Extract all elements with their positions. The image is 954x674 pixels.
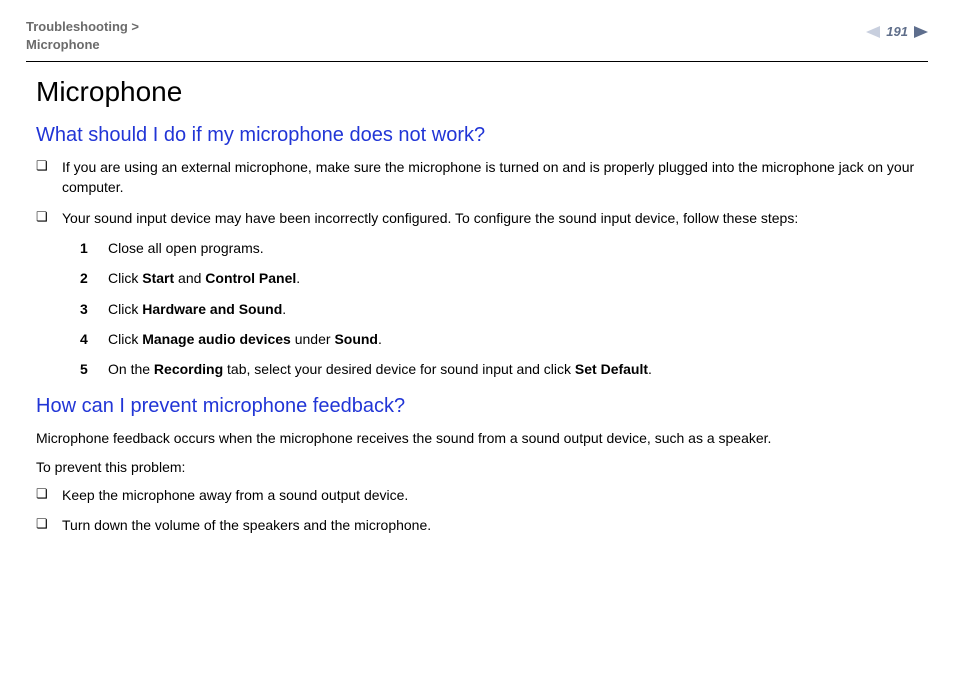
list-item: ❏ Turn down the volume of the speakers a… bbox=[36, 515, 918, 535]
breadcrumb-line-1: Troubleshooting > bbox=[26, 18, 139, 36]
step-text-bold: Control Panel bbox=[205, 270, 296, 286]
list-item-text: Turn down the volume of the speakers and… bbox=[62, 515, 918, 535]
page-number: 191 bbox=[886, 24, 908, 39]
prev-page-icon[interactable] bbox=[866, 26, 880, 38]
step-text-bold: Start bbox=[142, 270, 174, 286]
checkbox-bullet-icon: ❏ bbox=[36, 515, 62, 534]
section-heading-feedback: How can I prevent microphone feedback? bbox=[36, 395, 918, 418]
step-number: 2 bbox=[80, 268, 88, 288]
step-item: 4 Click Manage audio devices under Sound… bbox=[80, 329, 918, 349]
step-text-bold: Recording bbox=[154, 361, 223, 377]
step-text-pre: Click bbox=[108, 331, 142, 347]
bullet-list-1: ❏ If you are using an external microphon… bbox=[36, 157, 918, 228]
bullet-list-2: ❏ Keep the microphone away from a sound … bbox=[36, 485, 918, 536]
list-item: ❏ Keep the microphone away from a sound … bbox=[36, 485, 918, 505]
page-title: Microphone bbox=[36, 76, 918, 108]
step-text-mid: tab, select your desired device for soun… bbox=[223, 361, 575, 377]
list-item-text: If you are using an external microphone,… bbox=[62, 157, 918, 198]
step-text-pre: Click bbox=[108, 301, 142, 317]
steps-list: 1 Close all open programs. 2 Click Start… bbox=[36, 238, 918, 379]
paragraph: Microphone feedback occurs when the micr… bbox=[36, 428, 918, 448]
step-item: 5 On the Recording tab, select your desi… bbox=[80, 359, 918, 379]
checkbox-bullet-icon: ❏ bbox=[36, 157, 62, 176]
step-number: 4 bbox=[80, 329, 88, 349]
step-number: 1 bbox=[80, 238, 88, 258]
breadcrumb-line-2: Microphone bbox=[26, 36, 139, 54]
checkbox-bullet-icon: ❏ bbox=[36, 208, 62, 227]
step-text-mid: and bbox=[174, 270, 205, 286]
step-text: Close all open programs. bbox=[108, 240, 264, 256]
step-text-bold: Sound bbox=[334, 331, 378, 347]
step-item: 2 Click Start and Control Panel. bbox=[80, 268, 918, 288]
list-item-text: Keep the microphone away from a sound ou… bbox=[62, 485, 918, 505]
list-item-text: Your sound input device may have been in… bbox=[62, 208, 918, 228]
page-root: Troubleshooting > Microphone 191 Microph… bbox=[0, 0, 954, 536]
step-number: 5 bbox=[80, 359, 88, 379]
step-item: 3 Click Hardware and Sound. bbox=[80, 299, 918, 319]
list-item: ❏ If you are using an external microphon… bbox=[36, 157, 918, 198]
next-page-icon[interactable] bbox=[914, 26, 928, 38]
step-text-post: . bbox=[648, 361, 652, 377]
step-number: 3 bbox=[80, 299, 88, 319]
page-number-nav: 191 bbox=[866, 18, 928, 39]
step-text-bold: Set Default bbox=[575, 361, 648, 377]
step-text-post: . bbox=[378, 331, 382, 347]
step-text-pre: Click bbox=[108, 270, 142, 286]
list-item: ❏ Your sound input device may have been … bbox=[36, 208, 918, 228]
page-header: Troubleshooting > Microphone 191 bbox=[26, 18, 928, 61]
paragraph: To prevent this problem: bbox=[36, 457, 918, 477]
section-heading-not-working: What should I do if my microphone does n… bbox=[36, 124, 918, 147]
step-text-post: . bbox=[282, 301, 286, 317]
step-text-post: . bbox=[296, 270, 300, 286]
content-area: Microphone What should I do if my microp… bbox=[26, 76, 928, 536]
checkbox-bullet-icon: ❏ bbox=[36, 485, 62, 504]
breadcrumb: Troubleshooting > Microphone bbox=[26, 18, 139, 53]
step-text-mid: under bbox=[291, 331, 335, 347]
step-text-pre: On the bbox=[108, 361, 154, 377]
step-item: 1 Close all open programs. bbox=[80, 238, 918, 258]
step-text-bold: Manage audio devices bbox=[142, 331, 291, 347]
header-divider bbox=[26, 61, 928, 62]
step-text-bold: Hardware and Sound bbox=[142, 301, 282, 317]
